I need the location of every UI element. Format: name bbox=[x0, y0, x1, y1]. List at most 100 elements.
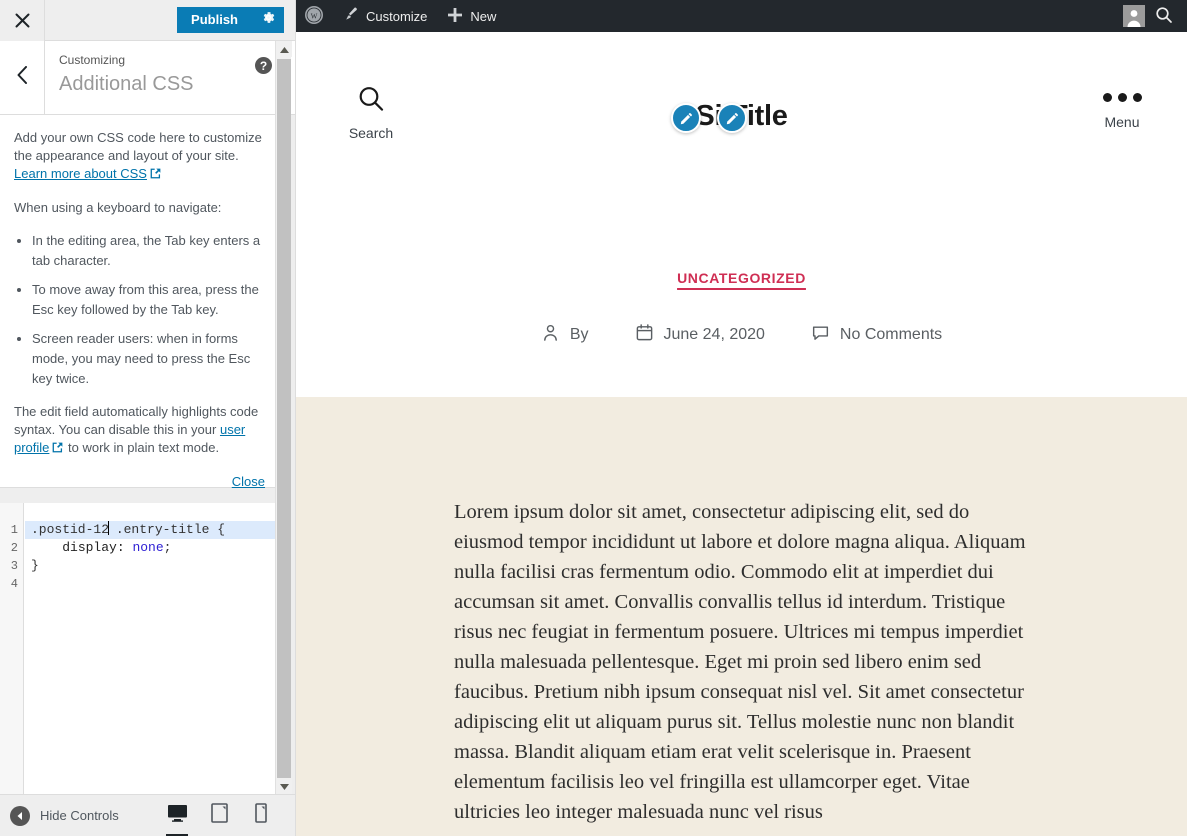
desktop-icon bbox=[167, 804, 188, 828]
scroll-up-button[interactable] bbox=[276, 41, 292, 57]
plus-icon bbox=[447, 7, 463, 26]
hide-controls-label: Hide Controls bbox=[40, 808, 119, 823]
post-date: June 24, 2020 bbox=[635, 323, 765, 347]
customizer-header-bar: Publish bbox=[0, 0, 296, 41]
code-line[interactable]: display: none; bbox=[25, 539, 279, 557]
close-help-row: Close bbox=[14, 473, 265, 491]
publish-group: Publish bbox=[177, 7, 284, 33]
hide-controls-button[interactable]: Hide Controls bbox=[0, 806, 119, 826]
admin-bar-label: Customize bbox=[366, 9, 427, 24]
code-line[interactable] bbox=[25, 575, 279, 593]
tablet-preview-button[interactable] bbox=[198, 795, 240, 836]
syntax-note: The edit field automatically highlights … bbox=[14, 403, 265, 459]
wp-admin-bar: W Customize New bbox=[296, 0, 1187, 32]
post-body-text: Lorem ipsum dolor sit amet, consectetur … bbox=[454, 497, 1034, 827]
desktop-preview-button[interactable] bbox=[156, 795, 198, 836]
post-category-wrap: UNCATEGORIZED bbox=[296, 270, 1187, 288]
site-header: Search Si Title Menu bbox=[296, 32, 1187, 397]
help-intro: Add your own CSS code here to customize … bbox=[14, 129, 265, 185]
css-selector: .postid-12 bbox=[31, 522, 109, 537]
code-line[interactable]: .postid-12 .entry-title { bbox=[25, 521, 279, 539]
panel-title-bar: Customizing Additional CSS ? bbox=[0, 41, 296, 115]
help-panel: Add your own CSS code here to customize … bbox=[0, 115, 279, 488]
mobile-preview-button[interactable] bbox=[240, 795, 282, 836]
post-author-label: By bbox=[570, 326, 589, 344]
line-number: 3 bbox=[0, 557, 23, 575]
list-item: In the editing area, the Tab key enters … bbox=[32, 231, 265, 271]
device-preview-buttons bbox=[156, 795, 296, 836]
post-category-link[interactable]: UNCATEGORIZED bbox=[677, 270, 806, 286]
admin-bar-label: New bbox=[470, 9, 496, 24]
person-icon bbox=[541, 323, 560, 347]
avatar[interactable] bbox=[1123, 5, 1145, 27]
close-help-link[interactable]: Close bbox=[232, 474, 265, 489]
post-comments-label: No Comments bbox=[840, 326, 942, 344]
publish-settings-button[interactable] bbox=[252, 7, 284, 33]
css-selector-rest: .entry-title { bbox=[108, 522, 225, 537]
syntax-note-part2: to work in plain text mode. bbox=[64, 440, 219, 455]
page-title: Si Title bbox=[695, 100, 787, 133]
sidebar-scrollbar[interactable] bbox=[275, 41, 291, 794]
css-punct: ; bbox=[164, 540, 172, 555]
css-code-editor[interactable]: 1 2 3 4 .postid-12 .entry-title { displa… bbox=[0, 503, 279, 794]
calendar-icon bbox=[635, 323, 654, 347]
wordpress-logo-icon: W bbox=[304, 5, 324, 28]
page-title: Additional CSS bbox=[59, 70, 282, 98]
post-author: By bbox=[541, 323, 589, 347]
triangle-up-icon bbox=[280, 40, 289, 58]
tablet-icon bbox=[211, 803, 228, 828]
external-link-icon bbox=[149, 167, 162, 185]
svg-text:W: W bbox=[311, 12, 318, 20]
scroll-down-button[interactable] bbox=[276, 778, 292, 794]
wordpress-logo-button[interactable]: W bbox=[296, 0, 332, 32]
mobile-icon bbox=[255, 803, 267, 828]
keyboard-heading: When using a keyboard to navigate: bbox=[14, 199, 265, 217]
external-link-icon bbox=[51, 441, 64, 459]
help-icon[interactable]: ? bbox=[255, 57, 272, 74]
paintbrush-icon bbox=[342, 6, 359, 26]
post-date-label: June 24, 2020 bbox=[664, 326, 765, 344]
post-meta-row: By June 24, 2020 No Comments bbox=[296, 323, 1187, 347]
publish-button[interactable]: Publish bbox=[177, 7, 252, 33]
chevron-left-icon bbox=[16, 66, 28, 89]
admin-bar-item-customize[interactable]: Customize bbox=[332, 0, 437, 32]
code-line[interactable]: } bbox=[25, 557, 279, 575]
site-menu-label: Menu bbox=[1074, 114, 1170, 130]
list-item: Screen reader users: when in forms mode,… bbox=[32, 329, 265, 389]
admin-bar-right-group bbox=[1123, 5, 1187, 27]
css-value: none bbox=[125, 540, 164, 555]
panel-titles: Customizing Additional CSS ? bbox=[45, 41, 296, 114]
keyboard-bullets: In the editing area, the Tab key enters … bbox=[32, 231, 265, 389]
search-icon bbox=[1155, 6, 1173, 27]
line-number: 4 bbox=[0, 575, 23, 593]
site-preview: W Customize New bbox=[296, 0, 1187, 836]
code-indent bbox=[31, 540, 62, 555]
customizer-footer: Hide Controls bbox=[0, 794, 296, 836]
comment-icon bbox=[811, 323, 830, 347]
gear-icon bbox=[261, 10, 276, 30]
line-number: 1 bbox=[0, 521, 23, 539]
close-customizer-button[interactable] bbox=[0, 0, 45, 41]
ellipsis-icon bbox=[1074, 84, 1170, 110]
editor-text-area[interactable]: .postid-12 .entry-title { display: none;… bbox=[25, 503, 279, 794]
editor-line-numbers: 1 2 3 4 bbox=[0, 503, 24, 794]
customizer-screen: Publish Customizing Additional CSS ? bbox=[0, 0, 1187, 836]
scrollbar-thumb[interactable] bbox=[277, 59, 291, 799]
post-content-area: Lorem ipsum dolor sit amet, consectetur … bbox=[296, 397, 1187, 836]
site-title-wrap: Si Title bbox=[296, 100, 1187, 133]
triangle-down-icon bbox=[280, 777, 289, 795]
post-comments[interactable]: No Comments bbox=[811, 323, 942, 347]
admin-bar-item-new[interactable]: New bbox=[437, 0, 506, 32]
panel-back-button[interactable] bbox=[0, 41, 45, 114]
breadcrumb: Customizing bbox=[59, 51, 282, 69]
collapse-arrow-icon bbox=[10, 806, 30, 826]
learn-more-css-link[interactable]: Learn more about CSS bbox=[14, 166, 147, 181]
admin-bar-search-button[interactable] bbox=[1155, 6, 1187, 27]
line-number: 2 bbox=[0, 539, 23, 557]
css-property: display: bbox=[62, 540, 124, 555]
css-punct: } bbox=[31, 558, 39, 573]
help-intro-text: Add your own CSS code here to customize … bbox=[14, 130, 262, 163]
customizer-sidebar: Publish Customizing Additional CSS ? bbox=[0, 0, 296, 836]
site-menu-button[interactable]: Menu bbox=[1074, 84, 1170, 130]
close-icon bbox=[15, 13, 30, 28]
